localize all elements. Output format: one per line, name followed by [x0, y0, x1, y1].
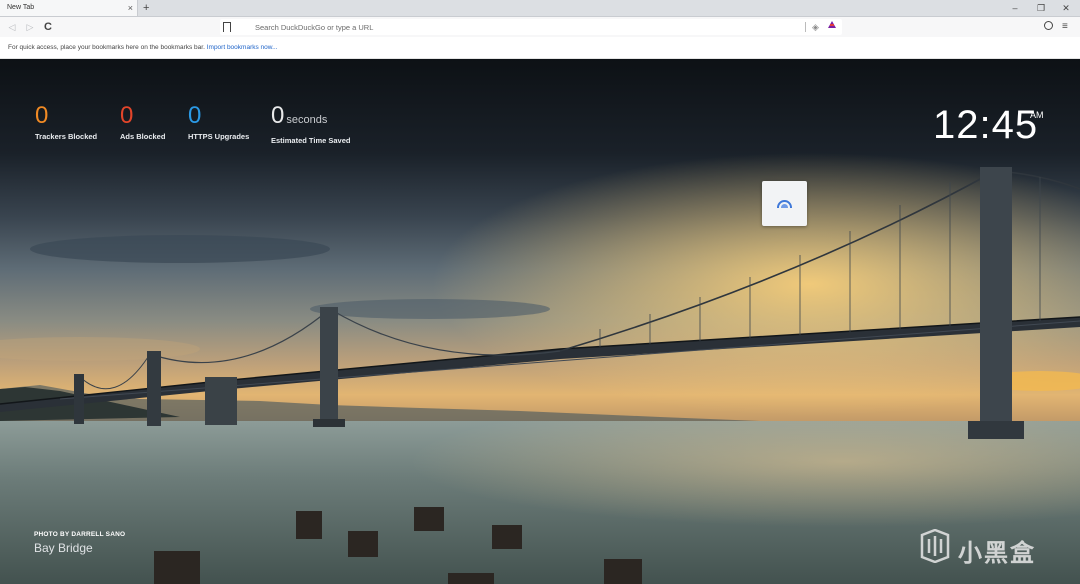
clock-ampm: AM — [1030, 110, 1044, 120]
ads-blocked-count: 0 — [120, 102, 134, 129]
rainbow-logo-icon — [777, 200, 792, 208]
brave-rewards-icon[interactable] — [828, 21, 836, 28]
clock-time: 12:45 — [933, 103, 1039, 147]
bookmarks-bar: For quick access, place your bookmarks h… — [0, 37, 1080, 59]
extension-popup[interactable] — [762, 181, 807, 226]
stat-ads-blocked: 0 Ads Blocked — [120, 102, 166, 142]
divider — [805, 22, 806, 32]
toolbar: ◁ ▷ C ◈ ≡ — [0, 17, 1080, 37]
bookmarks-bar-message: For quick access, place your bookmarks h… — [8, 44, 205, 51]
tab-new-tab[interactable]: New Tab × — [0, 0, 138, 16]
time-saved-count: 0 — [271, 102, 285, 129]
tab-close-icon[interactable]: × — [128, 0, 133, 16]
stat-time-saved: 0 seconds Estimated Time Saved — [271, 102, 351, 146]
menu-icon[interactable]: ≡ — [1062, 17, 1068, 37]
https-upgrades-label: HTTPS Upgrades — [188, 132, 250, 141]
trackers-blocked-count: 0 — [35, 102, 49, 129]
stat-https-upgrades: 0 HTTPS Upgrades — [188, 102, 250, 142]
brave-shield-icon[interactable]: ◈ — [812, 21, 819, 33]
tab-strip: New Tab × + – ❐ ✕ — [0, 0, 1080, 17]
tab-title: New Tab — [7, 4, 35, 11]
forward-button[interactable]: ▷ — [23, 17, 37, 37]
bookmark-icon[interactable] — [223, 22, 231, 32]
reload-button[interactable]: C — [41, 17, 55, 37]
time-saved-unit: seconds — [286, 114, 328, 126]
back-button[interactable]: ◁ — [5, 17, 19, 37]
address-bar[interactable]: ◈ — [220, 19, 842, 35]
new-tab-button[interactable]: + — [143, 0, 149, 16]
ads-blocked-label: Ads Blocked — [120, 132, 166, 141]
watermark-logo-icon — [920, 529, 950, 563]
minimize-button[interactable]: – — [1005, 0, 1025, 16]
time-saved-label: Estimated Time Saved — [271, 136, 351, 145]
https-upgrades-count: 0 — [188, 102, 202, 129]
search-input[interactable] — [255, 19, 795, 35]
close-window-button[interactable]: ✕ — [1056, 0, 1076, 16]
stat-trackers-blocked: 0 Trackers Blocked — [35, 102, 98, 142]
watermark-text: 小黑盒 — [958, 540, 1036, 567]
new-tab-page: 0 Trackers Blocked 0 Ads Blocked 0 HTTPS… — [0, 59, 1080, 584]
photo-credit-author: PHOTO BY DARRELL SANO — [34, 531, 126, 538]
trackers-blocked-label: Trackers Blocked — [35, 132, 98, 141]
profile-icon[interactable] — [1044, 21, 1053, 30]
photo-credit-title[interactable]: Bay Bridge — [34, 541, 93, 555]
import-bookmarks-link[interactable]: Import bookmarks now... — [207, 44, 278, 51]
restore-button[interactable]: ❐ — [1031, 0, 1051, 16]
